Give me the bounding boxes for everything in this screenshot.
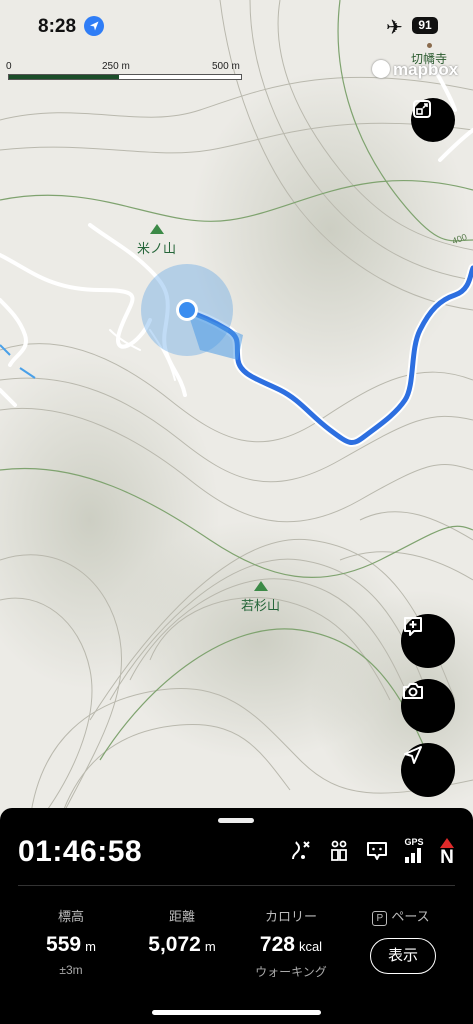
sensor-icons: GPS N xyxy=(289,837,455,868)
panel-drag-handle[interactable] xyxy=(218,818,254,823)
stat-calories: カロリー 728 kcal ウォーキング xyxy=(246,906,336,980)
elapsed-time: 01:46:58 xyxy=(18,835,143,868)
pace-badge: P xyxy=(372,911,388,926)
home-indicator[interactable] xyxy=(152,1010,321,1015)
compass-indicator[interactable]: N xyxy=(439,838,455,868)
scale-bar xyxy=(8,74,242,80)
map-scale-bar: 0 250 m 500 m xyxy=(6,61,246,81)
location-services-icon xyxy=(84,16,104,36)
map-view[interactable]: 切幡寺 米ノ山 若杉山 400 8:28 ✈ 91 0 250 m 500 m … xyxy=(0,0,473,820)
stat-label: カロリー xyxy=(264,909,317,924)
stat-label: P ペース xyxy=(356,906,446,926)
compass-label: N xyxy=(440,847,454,868)
battery-indicator: 91 xyxy=(412,17,438,34)
add-memo-button[interactable] xyxy=(401,614,455,668)
stat-value: 559 m xyxy=(46,933,96,956)
scale-label-250: 250 m xyxy=(102,61,130,72)
peak-label-yonenoyama[interactable]: 米ノ山 xyxy=(137,224,176,257)
stat-value: 728 kcal xyxy=(259,933,323,956)
panel-divider xyxy=(18,885,455,886)
stat-elevation: 標高 559 m ±3m xyxy=(26,906,116,977)
status-bar: 8:28 ✈ 91 xyxy=(0,0,473,50)
map-layers-button[interactable] xyxy=(411,98,455,142)
camera-button[interactable] xyxy=(401,679,455,733)
gps-signal-indicator: GPS xyxy=(403,837,425,868)
chat-bubble-icon[interactable] xyxy=(365,839,389,868)
route-deviation-icon[interactable] xyxy=(289,839,313,868)
stat-label: 標高 xyxy=(57,909,84,924)
gps-label: GPS xyxy=(404,837,424,847)
stat-label: 距離 xyxy=(168,909,195,924)
stat-sub: ±3m xyxy=(59,963,83,977)
scale-label-0: 0 xyxy=(6,61,12,72)
stat-pace: P ペース xyxy=(356,906,446,926)
activity-panel[interactable]: 01:46:58 GPS N 標高 559 m ±3m 距離 5,072 m カロリ… xyxy=(0,808,473,1024)
peak-icon xyxy=(253,581,268,591)
peak-icon xyxy=(149,224,164,234)
signal-bars-icon xyxy=(405,848,421,863)
peak-label-wakasugiyama[interactable]: 若杉山 xyxy=(241,581,280,614)
map-toggle-icon xyxy=(413,100,431,118)
airplane-mode-icon: ✈ xyxy=(386,17,403,39)
mapbox-logo-icon xyxy=(372,60,390,78)
add-note-icon xyxy=(404,617,422,636)
scale-label-500: 500 m xyxy=(212,61,240,72)
stat-distance: 距離 5,072 m xyxy=(137,906,227,963)
stat-value: 5,072 m xyxy=(148,933,216,956)
clock: 8:28 xyxy=(38,16,77,37)
recenter-location-button[interactable] xyxy=(401,743,455,797)
show-pace-button[interactable]: 表示 xyxy=(370,938,436,974)
stat-sub: ウォーキング xyxy=(255,965,327,979)
mapbox-attribution[interactable]: mapbox xyxy=(372,60,458,80)
member-location-icon[interactable] xyxy=(327,839,351,868)
navigation-arrow-icon xyxy=(404,746,422,764)
camera-icon xyxy=(403,683,423,699)
